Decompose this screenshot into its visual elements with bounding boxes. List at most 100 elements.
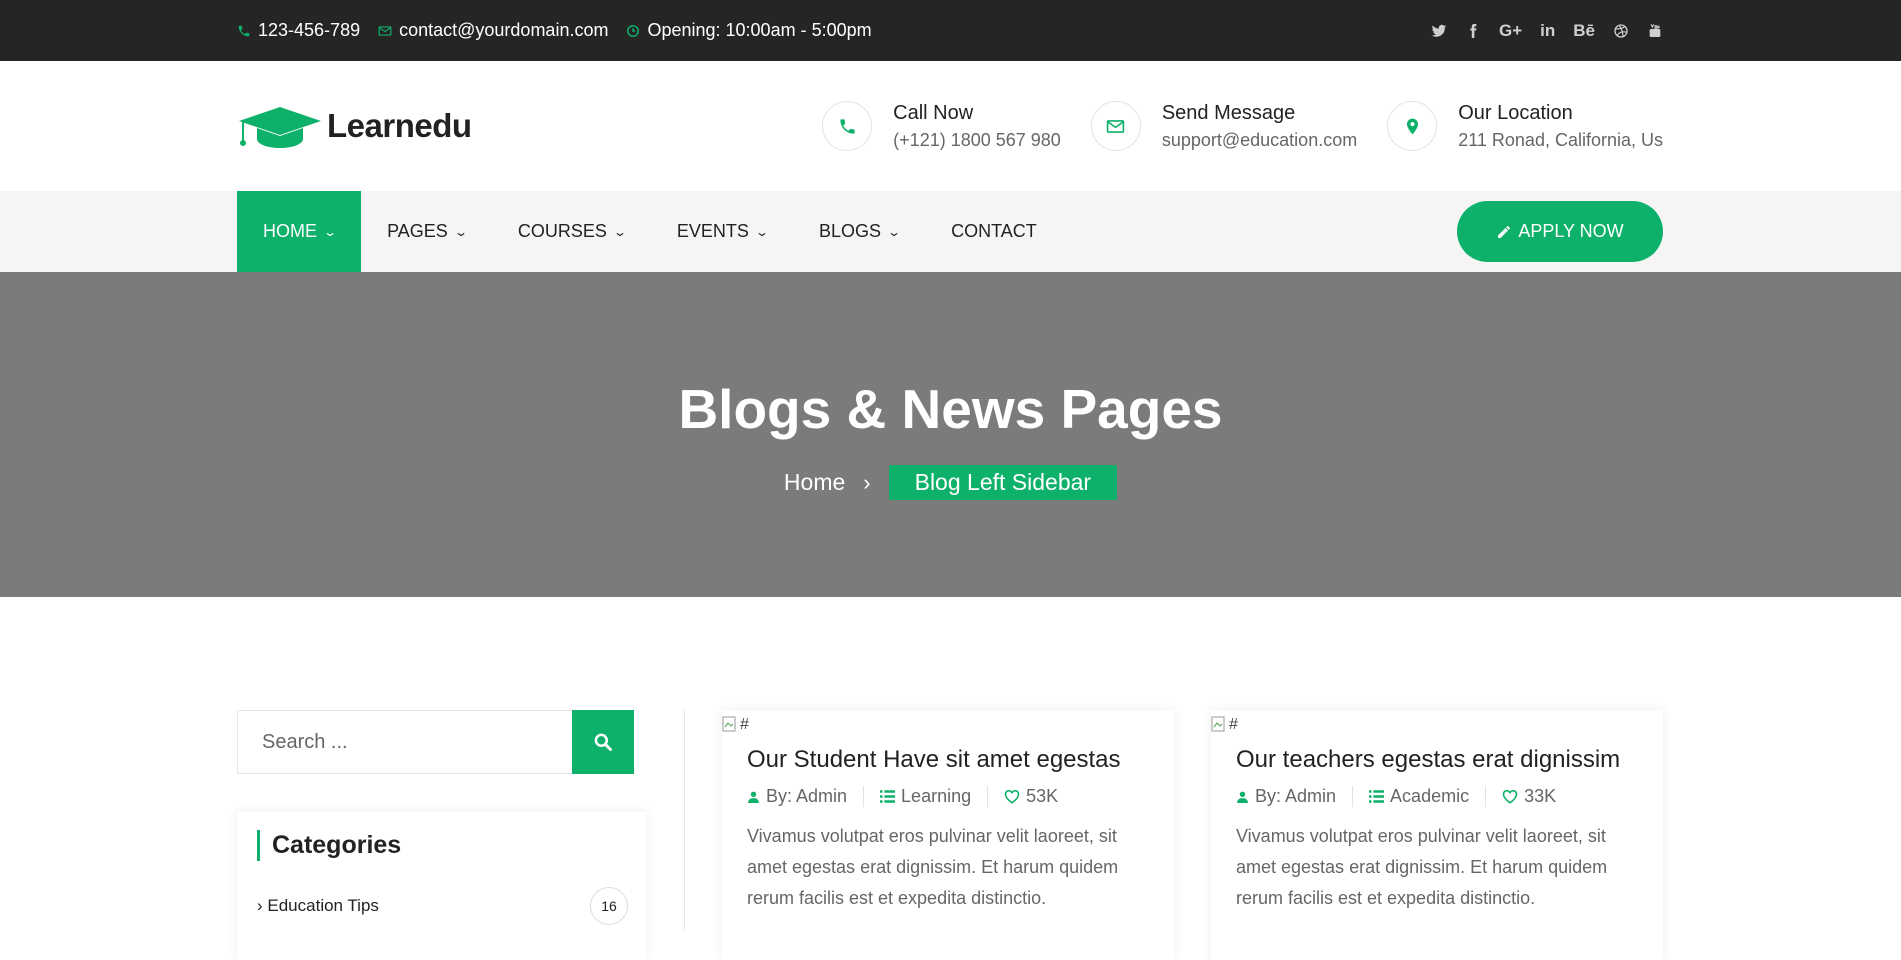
nav-item-contact-label: CONTACT (951, 221, 1037, 241)
post-image[interactable]: # (1211, 710, 1663, 740)
contact-call[interactable]: Call Now (+121) 1800 567 980 (822, 101, 1061, 151)
logo[interactable]: Learnedu (237, 103, 472, 149)
search-icon (594, 733, 612, 751)
main-nav: HOME ⌄ PAGES ⌄ COURSES ⌄ EVENTS ⌄ BLOGS ⌄ CON… (0, 191, 1901, 272)
contact-message-title: Send Message (1161, 101, 1296, 124)
envelope-icon (1107, 119, 1125, 133)
content-area: Search ... Categories › Education Tips 1… (0, 597, 1901, 960)
nav-item-courses-label: COURSES (517, 221, 607, 241)
post-meta: By: Admin Academic 33K (1236, 786, 1638, 807)
heart-icon (1502, 789, 1518, 804)
post-likes-text: 53K (1026, 786, 1059, 806)
breadcrumb-home[interactable]: Home (784, 469, 845, 496)
nav-item-home[interactable]: HOME ⌄ (237, 191, 362, 272)
sidebar: Search ... Categories › Education Tips 1… (237, 710, 646, 960)
map-pin-icon (1406, 118, 1418, 134)
graduation-cap-icon (239, 107, 321, 148)
header: Learnedu Call Now (+121) 1800 567 980 Se… (0, 61, 1901, 191)
category-count: 16 (590, 887, 628, 925)
nav-item-events[interactable]: EVENTS ⌄ (651, 191, 793, 272)
categories-widget: Categories › Education Tips 16 (237, 812, 646, 960)
post-author-text: By: Admin (766, 786, 848, 806)
divider (684, 710, 685, 930)
apply-now-label: APPLY NOW (1518, 221, 1624, 241)
page-banner: Blogs & News Pages Home › Blog Left Side… (0, 272, 1901, 597)
contact-message-circle (1090, 101, 1141, 151)
post-category[interactable]: Learning (880, 786, 989, 807)
post-author-text: By: Admin (1255, 786, 1337, 806)
post-excerpt: Vivamus volutpat eros pulvinar velit lao… (747, 826, 1119, 908)
category-item[interactable]: › Education Tips 16 (257, 887, 628, 925)
post-title[interactable]: Our Student Have sit amet egestas (747, 746, 1149, 774)
post-image-alt: # (1229, 716, 1238, 733)
post-category[interactable]: Academic (1369, 786, 1487, 807)
nav-item-pages[interactable]: PAGES ⌄ (361, 191, 492, 272)
broken-image-icon (1211, 716, 1225, 732)
contact-call-title: Call Now (893, 101, 974, 124)
list-icon (1369, 790, 1385, 803)
page-title: Blogs & News Pages (678, 378, 1223, 440)
contact-location-title: Our Location (1458, 101, 1573, 124)
contact-location-circle (1387, 101, 1438, 151)
youtube-icon[interactable] (1647, 23, 1663, 39)
contact-call-circle (822, 101, 873, 151)
logo-text: Learnedu (327, 107, 472, 144)
post-category-text: Learning (901, 786, 972, 806)
pencil-icon (1498, 225, 1511, 238)
heart-icon (1004, 789, 1020, 804)
behance-icon[interactable]: Bē (1573, 21, 1595, 41)
phone-icon (840, 118, 855, 134)
contact-location-value: 211 Ronad, California, Us (1458, 129, 1663, 150)
envelope-icon (378, 25, 392, 36)
chevron-down-icon: ⌄ (754, 224, 770, 239)
contact-location[interactable]: Our Location 211 Ronad, California, Us (1387, 101, 1663, 151)
breadcrumb-current: Blog Left Sidebar (888, 465, 1118, 500)
post-excerpt: Vivamus volutpat eros pulvinar velit lao… (1236, 826, 1608, 908)
chevron-right-icon: › (257, 896, 268, 915)
google-plus-icon[interactable]: G+ (1499, 21, 1522, 41)
nav-item-pages-label: PAGES (387, 221, 448, 241)
nav-item-home-label: HOME (263, 221, 317, 241)
chevron-right-icon: › (863, 469, 871, 495)
social-links: G+ in Bē (1431, 21, 1663, 41)
post-category-text: Academic (1390, 786, 1470, 806)
broken-image-icon (722, 716, 736, 732)
topbar-email[interactable]: contact@yourdomain.com (378, 20, 608, 41)
post-author[interactable]: By: Admin (1236, 786, 1354, 807)
user-icon (1237, 791, 1248, 803)
apply-now-button[interactable]: APPLY NOW (1457, 201, 1663, 262)
facebook-icon[interactable] (1465, 23, 1481, 39)
post-likes[interactable]: 53K (1004, 786, 1074, 807)
topbar-email-text: contact@yourdomain.com (399, 20, 609, 40)
search-input[interactable]: Search ... (237, 710, 572, 774)
topbar-hours: Opening: 10:00am - 5:00pm (626, 20, 872, 41)
blog-posts: # Our Student Have sit amet egestas By: … (722, 710, 1663, 960)
breadcrumb: Home › Blog Left Sidebar (0, 465, 1901, 500)
phone-icon (238, 25, 250, 36)
post-likes[interactable]: 33K (1502, 786, 1572, 807)
top-bar: 123-456-789 contact@yourdomain.com Openi… (0, 0, 1901, 61)
nav-item-contact[interactable]: CONTACT (925, 191, 1063, 272)
blog-card: # Our teachers egestas erat dignissim By… (1211, 710, 1663, 960)
nav-item-blogs-label: BLOGS (819, 221, 882, 241)
contact-message[interactable]: Send Message support@education.com (1090, 101, 1358, 151)
nav-item-courses[interactable]: COURSES ⌄ (492, 191, 651, 272)
post-image-alt: # (740, 716, 749, 733)
dribbble-icon[interactable] (1613, 23, 1629, 39)
post-image[interactable]: # (722, 710, 1174, 740)
twitter-icon[interactable] (1431, 23, 1447, 39)
topbar-phone[interactable]: 123-456-789 (237, 20, 360, 41)
linkedin-icon[interactable]: in (1540, 21, 1555, 41)
clock-icon (627, 24, 640, 37)
list-icon (880, 790, 896, 803)
category-label: Education Tips (267, 896, 379, 915)
post-author[interactable]: By: Admin (747, 786, 865, 807)
post-title[interactable]: Our teachers egestas erat dignissim (1236, 746, 1638, 774)
user-icon (748, 791, 759, 803)
chevron-down-icon: ⌄ (453, 224, 468, 239)
search-button[interactable] (572, 710, 634, 774)
contact-message-value: support@education.com (1161, 129, 1358, 150)
nav-item-blogs[interactable]: BLOGS ⌄ (793, 191, 925, 272)
categories-title: Categories (257, 830, 628, 861)
post-likes-text: 33K (1524, 786, 1557, 806)
